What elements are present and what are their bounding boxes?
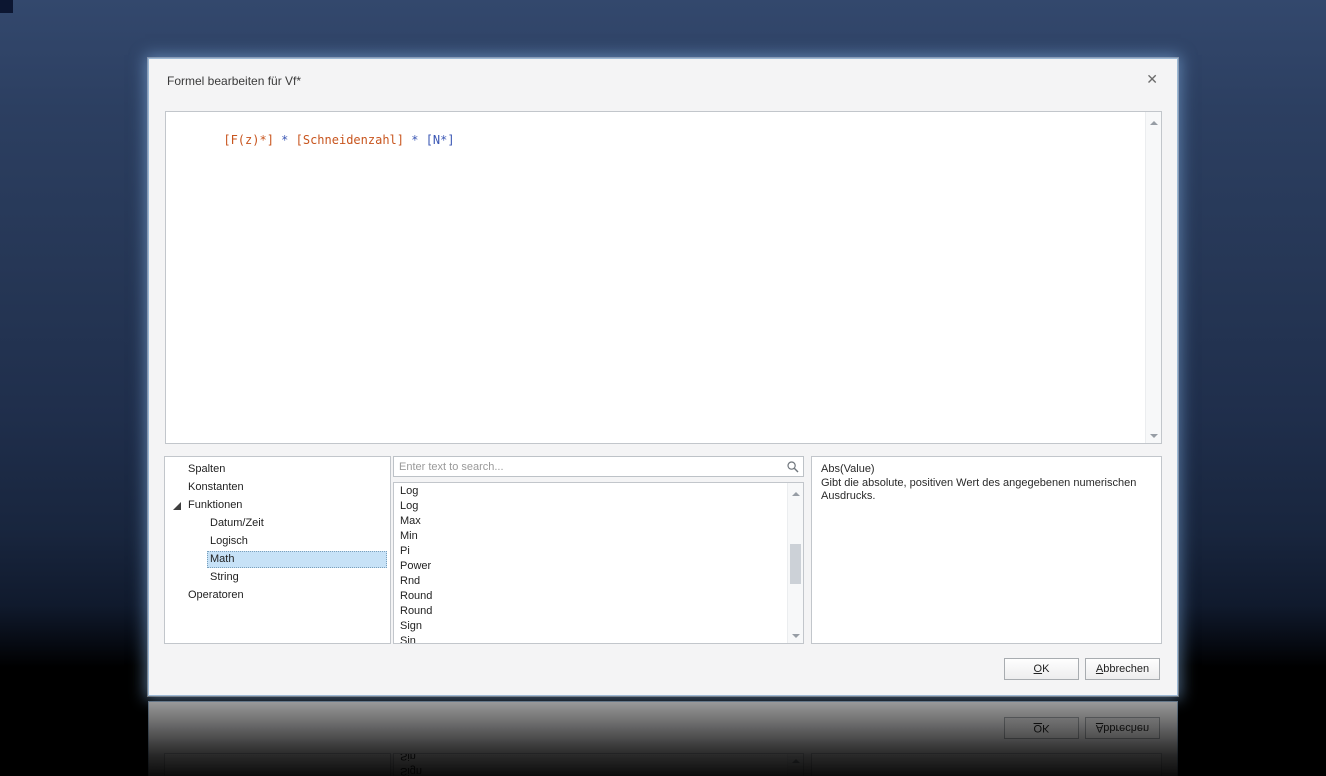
- close-icon[interactable]: ✕: [1146, 71, 1158, 87]
- tree-item-funktionen[interactable]: Funktionen: [165, 496, 390, 514]
- formula-token-operator: *: [273, 133, 296, 147]
- expander-placeholder: [171, 590, 181, 600]
- description-panel: Abs(Value) Gibt die absolute, positiven …: [811, 456, 1162, 644]
- function-list-item[interactable]: Power: [394, 559, 787, 574]
- expander-placeholder: [171, 482, 181, 492]
- function-list-item[interactable]: Round: [394, 604, 787, 619]
- corner-artifact: [0, 0, 13, 13]
- tree-item-label: Math: [207, 550, 387, 568]
- scroll-down-icon[interactable]: [1146, 428, 1161, 443]
- scroll-up-icon[interactable]: [788, 483, 803, 498]
- expander-placeholder: [193, 536, 203, 546]
- function-list-item[interactable]: Log: [394, 484, 787, 499]
- function-column: Log Log Max Min Pi Power Rnd Round Round…: [393, 456, 804, 644]
- scroll-up-icon[interactable]: [1146, 112, 1161, 127]
- formula-token-field: [Schneidenzahl]: [295, 133, 404, 147]
- tree-item-label: Konstanten: [188, 480, 244, 493]
- ok-button-mnemonic: O: [1033, 663, 1043, 675]
- tree-item-label: Funktionen: [188, 498, 243, 511]
- function-list-item[interactable]: Round: [394, 589, 787, 604]
- search-icon[interactable]: [786, 460, 800, 474]
- tree-item-logisch[interactable]: Logisch: [165, 532, 390, 550]
- tree-item-label: Spalten: [188, 462, 226, 475]
- function-list-item[interactable]: Max: [394, 514, 787, 529]
- cancel-button[interactable]: Abbrechen: [1085, 658, 1160, 680]
- expander-placeholder: [171, 464, 181, 474]
- ok-button[interactable]: OK: [1004, 658, 1079, 680]
- function-list-item[interactable]: Log: [394, 499, 787, 514]
- dialog-reflection: Formel bearbeiten für Vf* ✕ [F(z)*] * [S…: [148, 701, 1178, 776]
- formula-editor-dialog: Formel bearbeiten für Vf* ✕ [F(z)*] * [S…: [148, 58, 1178, 696]
- function-list-item[interactable]: Sign: [394, 619, 787, 634]
- reflection-fade: [148, 701, 1178, 776]
- tree-item-operatoren[interactable]: Operatoren: [165, 586, 390, 604]
- tree-item-datum-zeit[interactable]: Datum/Zeit: [165, 514, 390, 532]
- function-list-scrollbar[interactable]: [787, 483, 803, 643]
- dialog-title: Formel bearbeiten für Vf*: [167, 74, 302, 88]
- tree-item-math[interactable]: Math: [165, 550, 390, 568]
- tree-item-konstanten[interactable]: Konstanten: [165, 478, 390, 496]
- formula-token-operator: *: [404, 133, 426, 147]
- function-list-item[interactable]: Rnd: [394, 574, 787, 589]
- formula-text: [F(z)*] * [Schneidenzahl] * [N*]: [166, 112, 1144, 443]
- function-list: Log Log Max Min Pi Power Rnd Round Round…: [393, 482, 804, 644]
- function-description: Gibt die absolute, positiven Wert des an…: [821, 476, 1137, 503]
- function-list-item[interactable]: Pi: [394, 544, 787, 559]
- tree-item-label: Operatoren: [188, 588, 244, 601]
- formula-scrollbar[interactable]: [1145, 112, 1161, 443]
- tree-item-spalten[interactable]: Spalten: [165, 460, 390, 478]
- formula-editor[interactable]: [F(z)*] * [Schneidenzahl] * [N*]: [165, 111, 1162, 444]
- cancel-button-label: bbrechen: [1103, 663, 1150, 675]
- search-input[interactable]: [394, 458, 786, 475]
- scroll-down-icon[interactable]: [788, 628, 803, 643]
- expander-placeholder: [193, 572, 203, 582]
- tree-item-label: String: [210, 570, 239, 583]
- dialog-buttons: OK Abbrechen: [1004, 658, 1160, 680]
- function-list-item[interactable]: Min: [394, 529, 787, 544]
- tree-item-label: Logisch: [210, 534, 248, 547]
- expander-placeholder: [193, 518, 203, 528]
- formula-token-field: [F(z)*]: [223, 133, 274, 147]
- dialog-titlebar: Formel bearbeiten für Vf* ✕: [149, 59, 1177, 105]
- function-list-item[interactable]: Sin: [394, 634, 787, 643]
- tree-item-label: Datum/Zeit: [210, 516, 264, 529]
- category-tree: Spalten Konstanten Funktionen Datum/Zeit…: [164, 456, 391, 644]
- function-list-rows: Log Log Max Min Pi Power Rnd Round Round…: [394, 484, 787, 643]
- formula-token-parameter: [N*]: [425, 133, 455, 147]
- ok-button-label: K: [1042, 663, 1050, 675]
- search-box[interactable]: [393, 456, 804, 477]
- function-signature: Abs(Value): [821, 463, 875, 475]
- expander-expanded-icon[interactable]: [171, 500, 181, 510]
- scrollbar-thumb[interactable]: [790, 543, 801, 584]
- expander-placeholder: [193, 554, 203, 564]
- tree-item-string[interactable]: String: [165, 568, 390, 586]
